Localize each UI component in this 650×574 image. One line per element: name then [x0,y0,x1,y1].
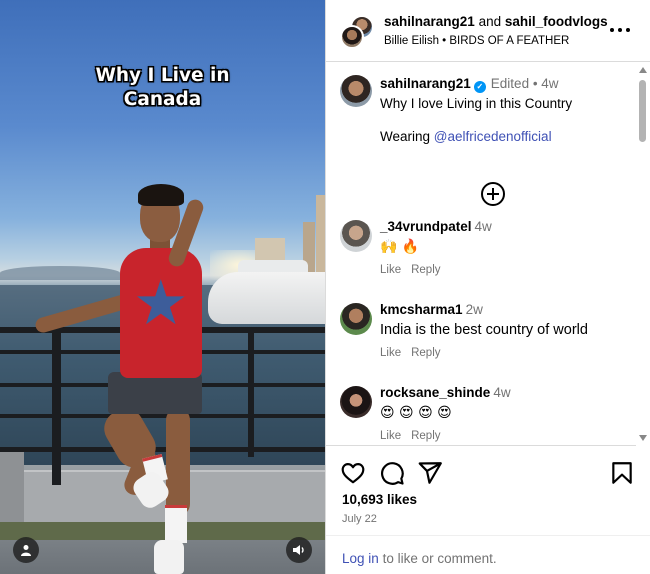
avatar[interactable] [340,75,372,107]
verified-badge-icon: ✓ [473,81,486,93]
person-leg [166,408,190,516]
stone-block [0,452,24,522]
scrollbar-thumb[interactable] [639,80,646,142]
username-link[interactable]: sahil_foodvlogs [505,14,608,29]
user-icon [21,545,31,556]
mention-link[interactable]: @aelfricedenofficial [434,129,552,144]
speaker-icon [293,545,304,555]
plus-circle-icon[interactable] [481,182,505,206]
caption-username[interactable]: sahilnarang21 [380,76,471,91]
comment-text: 🙌 🔥 [380,239,420,255]
bookmark-icon [612,462,632,484]
more-horizontal-icon[interactable] [610,22,630,38]
comment-username[interactable]: _34vrundpatel [380,219,472,234]
yacht [208,272,325,324]
reply-button[interactable]: Reply [411,430,440,442]
avatar[interactable] [340,303,372,335]
post-date: July 22 [342,513,377,525]
and-text: and [478,14,502,29]
login-prompt-text: to like or comment. [382,551,497,566]
comments-scrollbar[interactable] [636,63,650,446]
post-details-panel: sahilnarang21 and sahil_foodvlogs Billie… [325,0,650,574]
tagged-users-button[interactable] [13,537,39,563]
background-building [316,195,325,275]
like-comment-button[interactable]: Like [380,264,401,276]
railing-bar [0,447,325,452]
person-sock [165,505,187,543]
post-actions: 10,693 likes July 22 Log in to like or c… [326,447,650,574]
login-link[interactable]: Log in [342,551,379,566]
railing-post [248,327,254,457]
comment-username[interactable]: rocksane_shinde [380,385,490,400]
overlay-line-2: Canada [123,89,202,110]
avatar[interactable] [340,25,364,49]
person-shoe [154,540,184,574]
avatar[interactable] [340,386,372,418]
caption-text: Why I love Living in this Country [380,96,573,111]
caption-meta: Edited • 4w [490,76,559,91]
post-header: sahilnarang21 and sahil_foodvlogs Billie… [326,0,650,62]
wearing-label: Wearing [380,129,431,144]
overlay-line-1: Why I Live in [95,65,230,86]
comment-item: _34vrundpatel 4w 🙌 🔥 Like Reply [340,218,630,288]
comment-username[interactable]: kmcsharma1 [380,302,463,317]
person-shorts [108,372,202,414]
post-media-video[interactable]: ★ Why I Live in Canada [0,0,325,574]
scroll-down-arrow-icon[interactable] [639,435,647,441]
comment-time: 4w [493,385,511,400]
like-comment-button[interactable]: Like [380,430,401,442]
like-comment-button[interactable]: Like [380,347,401,359]
comment-time: 4w [474,219,492,234]
audio-link[interactable]: Billie Eilish • BIRDS OF A FEATHER [384,35,569,47]
comment-item: kmcsharma1 2w India is the best country o… [340,301,630,371]
grass-strip [0,522,325,540]
comment-text: 😍 😍 😍 😍 [380,405,452,421]
login-prompt: Log in to like or comment. [326,535,650,574]
share-button[interactable] [417,460,443,486]
caption-wearing: Wearing @aelfricedenofficial [380,129,630,144]
save-button[interactable] [609,460,635,486]
like-button[interactable] [340,460,366,486]
person-hair [138,184,184,206]
collab-usernames: sahilnarang21 and sahil_foodvlogs [384,14,608,29]
collab-avatars[interactable] [340,15,374,49]
comment-text: India is the best country of world [380,322,588,338]
reply-button[interactable]: Reply [411,347,440,359]
comment-button[interactable] [379,460,405,486]
likes-count[interactable]: 10,693 likes [342,492,417,507]
comment-time: 2w [465,302,483,317]
railing-post [52,327,61,485]
username-link[interactable]: sahilnarang21 [384,14,475,29]
scroll-up-arrow-icon[interactable] [639,67,647,73]
comment-icon [381,462,404,485]
video-overlay-text: Why I Live in Canada [0,64,325,112]
share-icon [418,462,442,484]
railing-bar [0,414,325,418]
comment-item: rocksane_shinde 4w 😍 😍 😍 😍 Like Reply [340,384,630,445]
reply-button[interactable]: Reply [411,264,440,276]
sound-toggle-button[interactable] [286,537,312,563]
background-hills [0,266,120,280]
avatar[interactable] [340,220,372,252]
heart-icon [341,463,365,484]
star-print: ★ [133,266,189,339]
comments-scroll-area[interactable]: sahilnarang21 ✓ Edited • 4w Why I love Liv… [326,63,650,446]
